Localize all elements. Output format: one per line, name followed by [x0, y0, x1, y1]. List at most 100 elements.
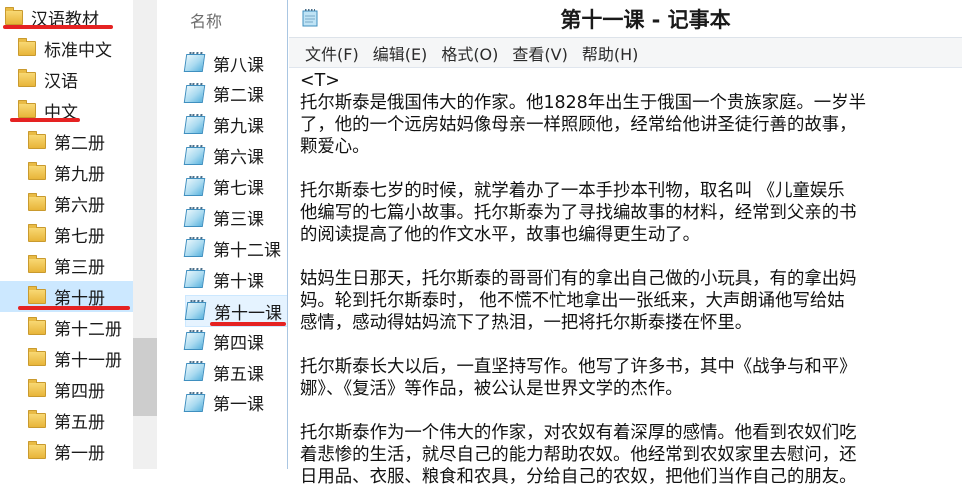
- file-list-item[interactable]: 第四课: [183, 326, 287, 356]
- file-list-item[interactable]: 第八课: [183, 48, 287, 78]
- tree-item[interactable]: 第一册: [0, 436, 133, 467]
- text-file-icon: [183, 146, 206, 165]
- text-line: 妈。轮到托尔斯泰时， 他不慌不忙地拿出一张纸来，大声朗诵他写给姑: [300, 291, 845, 311]
- text-line: 娜》、《复活》等作品，被公认是世界文学的杰作。: [300, 379, 683, 399]
- file-list-item-label: 第一课: [213, 395, 264, 416]
- tree-item[interactable]: 第四册: [0, 374, 133, 405]
- file-list-item-label: 第七课: [213, 179, 264, 200]
- tree-item-label: 第十一册: [54, 351, 122, 371]
- tree-scrollbar[interactable]: [133, 0, 157, 469]
- tree-item[interactable]: 标准中文: [0, 33, 133, 64]
- window-title: 第十一课 - 记事本: [560, 8, 731, 32]
- file-list-item[interactable]: 第九课: [183, 110, 287, 140]
- text-file-icon: [183, 270, 206, 289]
- file-list-item[interactable]: 第五课: [183, 357, 287, 387]
- tree-item[interactable]: 第六册: [0, 188, 133, 219]
- file-list-item-label: 第六课: [213, 148, 264, 169]
- folder-icon: [28, 348, 46, 366]
- annotation-underline-root: [3, 25, 113, 29]
- file-list-item-label: 第五课: [213, 364, 264, 385]
- file-list-item-label: 第十一课: [214, 303, 282, 324]
- tree-item[interactable]: 第十二册: [0, 312, 133, 343]
- annotation-underline-volume-10: [18, 306, 130, 310]
- tree-item[interactable]: 第三册: [0, 250, 133, 281]
- text-file-icon: [183, 115, 206, 134]
- folder-icon: [5, 7, 23, 25]
- annotation-underline-lesson-11: [210, 322, 286, 326]
- file-list-item[interactable]: 第二课: [183, 79, 287, 109]
- menu-edit[interactable]: 编辑(E): [356, 41, 435, 65]
- file-list-item[interactable]: 第三课: [183, 203, 287, 233]
- file-list-item[interactable]: 第一课: [183, 388, 287, 418]
- file-list-item-label: 第九课: [213, 117, 264, 138]
- text-file-icon: [183, 177, 206, 196]
- text-line: 他编写的七篇小故事。托尔斯泰为了寻找编故事的材料，经常到父亲的书: [300, 203, 857, 223]
- menu-file[interactable]: 文件(F): [289, 41, 366, 65]
- notepad-window: 第十一课 - 记事本 文件(F) 编辑(E) 格式(O) 查看(V) 帮助(H)…: [287, 0, 962, 487]
- tree-item-label: 第一册: [54, 444, 105, 464]
- tree-item-label: 第三册: [54, 258, 105, 278]
- folder-icon: [28, 193, 46, 211]
- tree-item-label: 第十二册: [54, 320, 122, 340]
- text-line: 托尔斯泰作为一个伟大的作家，对农奴有着深厚的感情。他看到农奴们吃: [300, 423, 857, 443]
- menu-help[interactable]: 帮助(H): [565, 41, 646, 65]
- folder-icon: [28, 131, 46, 149]
- file-list: 名称 第八课第二课第九课第六课第七课第三课第十二课第十课第十一课第四课第五课第一…: [157, 0, 287, 469]
- text-line: [300, 400, 962, 422]
- tree-item[interactable]: 汉语: [0, 64, 133, 95]
- tree-item-label: 汉语: [44, 72, 78, 92]
- menu-view[interactable]: 查看(V): [495, 41, 574, 65]
- menu-bar: 文件(F) 编辑(E) 格式(O) 查看(V) 帮助(H): [289, 37, 962, 68]
- tree-item[interactable]: 第七册: [0, 219, 133, 250]
- tree-item-label: 第二册: [54, 134, 105, 154]
- file-list-item[interactable]: 第六课: [183, 141, 287, 171]
- file-list-item-label: 第十二课: [213, 240, 281, 261]
- file-list-item-label: 第十课: [213, 271, 264, 292]
- text-line: 着悲惨的生活，就尽自己的能力帮助农奴。他经常到农奴家里去慰问，还: [300, 445, 857, 465]
- text-file-icon: [183, 84, 206, 103]
- folder-icon: [28, 162, 46, 180]
- tree-scrollbar-thumb[interactable]: [133, 338, 157, 416]
- text-line: 托尔斯泰是俄国伟大的作家。他1828年出生于俄国一个贵族家庭。一岁半: [300, 93, 866, 113]
- file-list-item-label: 第三课: [213, 210, 264, 230]
- column-header-name[interactable]: 名称: [190, 8, 222, 32]
- text-line: 日用品、衣服、粮食和农具，分给自己的农奴，把他们当作自己的朋友。: [300, 467, 857, 487]
- text-file-icon: [183, 54, 206, 72]
- text-line: [300, 334, 962, 356]
- tree-item[interactable]: 第五册: [0, 405, 133, 436]
- text-editor[interactable]: <T> 托尔斯泰是俄国伟大的作家。他1828年出生于俄国一个贵族家庭。一岁半 了，他…: [300, 70, 962, 488]
- folder-icon: [28, 379, 46, 397]
- text-line: [300, 158, 962, 180]
- folder-icon: [28, 410, 46, 428]
- tree-item-label: 第九册: [54, 165, 105, 185]
- annotation-underline-zhongwen: [10, 118, 80, 122]
- text-line: 姑妈生日那天，托尔斯泰的哥哥们有的拿出自己做的小玩具，有的拿出妈: [300, 269, 857, 289]
- file-list-item-label: 第四课: [213, 333, 264, 354]
- folder-icon: [28, 317, 46, 335]
- text-line: 托尔斯泰长大以后，一直坚持写作。他写了许多书，其中《战争与和平》: [300, 357, 857, 377]
- folder-icon: [28, 224, 46, 242]
- text-file-icon: [184, 302, 207, 321]
- file-list-item-label: 第八课: [213, 55, 264, 76]
- text-line: 托尔斯泰七岁的时候，就学着办了一本手抄本刊物，取名叫 《儿童娱乐: [300, 181, 845, 201]
- text-line: 的阅读提高了他的作文水平，故事也编得更生动了。: [300, 225, 700, 245]
- tree-item-label: 第四册: [54, 382, 105, 402]
- text-line: 颗爱心。: [300, 137, 370, 157]
- folder-icon: [28, 286, 46, 304]
- text-file-icon: [183, 239, 206, 258]
- text-line: 了，他的一个远房姑妈像母亲一样照顾他，经常给他讲圣徒行善的故事，: [300, 115, 857, 135]
- tree-item[interactable]: 第十一册: [0, 343, 133, 374]
- text-line: <T>: [300, 71, 340, 91]
- folder-icon: [28, 441, 46, 459]
- tree-item[interactable]: 第九册: [0, 157, 133, 188]
- file-list-item[interactable]: 第十课: [183, 264, 287, 294]
- tree-item-label: 第七册: [54, 227, 105, 247]
- tree-item[interactable]: 第二册: [0, 126, 133, 157]
- file-list-item-label: 第二课: [213, 86, 264, 107]
- tree-item-label: 第五册: [54, 413, 105, 433]
- folder-icon: [28, 255, 46, 273]
- file-list-item[interactable]: 第十二课: [183, 233, 287, 263]
- menu-format[interactable]: 格式(O): [424, 41, 505, 65]
- folder-icon: [18, 100, 36, 118]
- file-list-item[interactable]: 第七课: [183, 172, 287, 202]
